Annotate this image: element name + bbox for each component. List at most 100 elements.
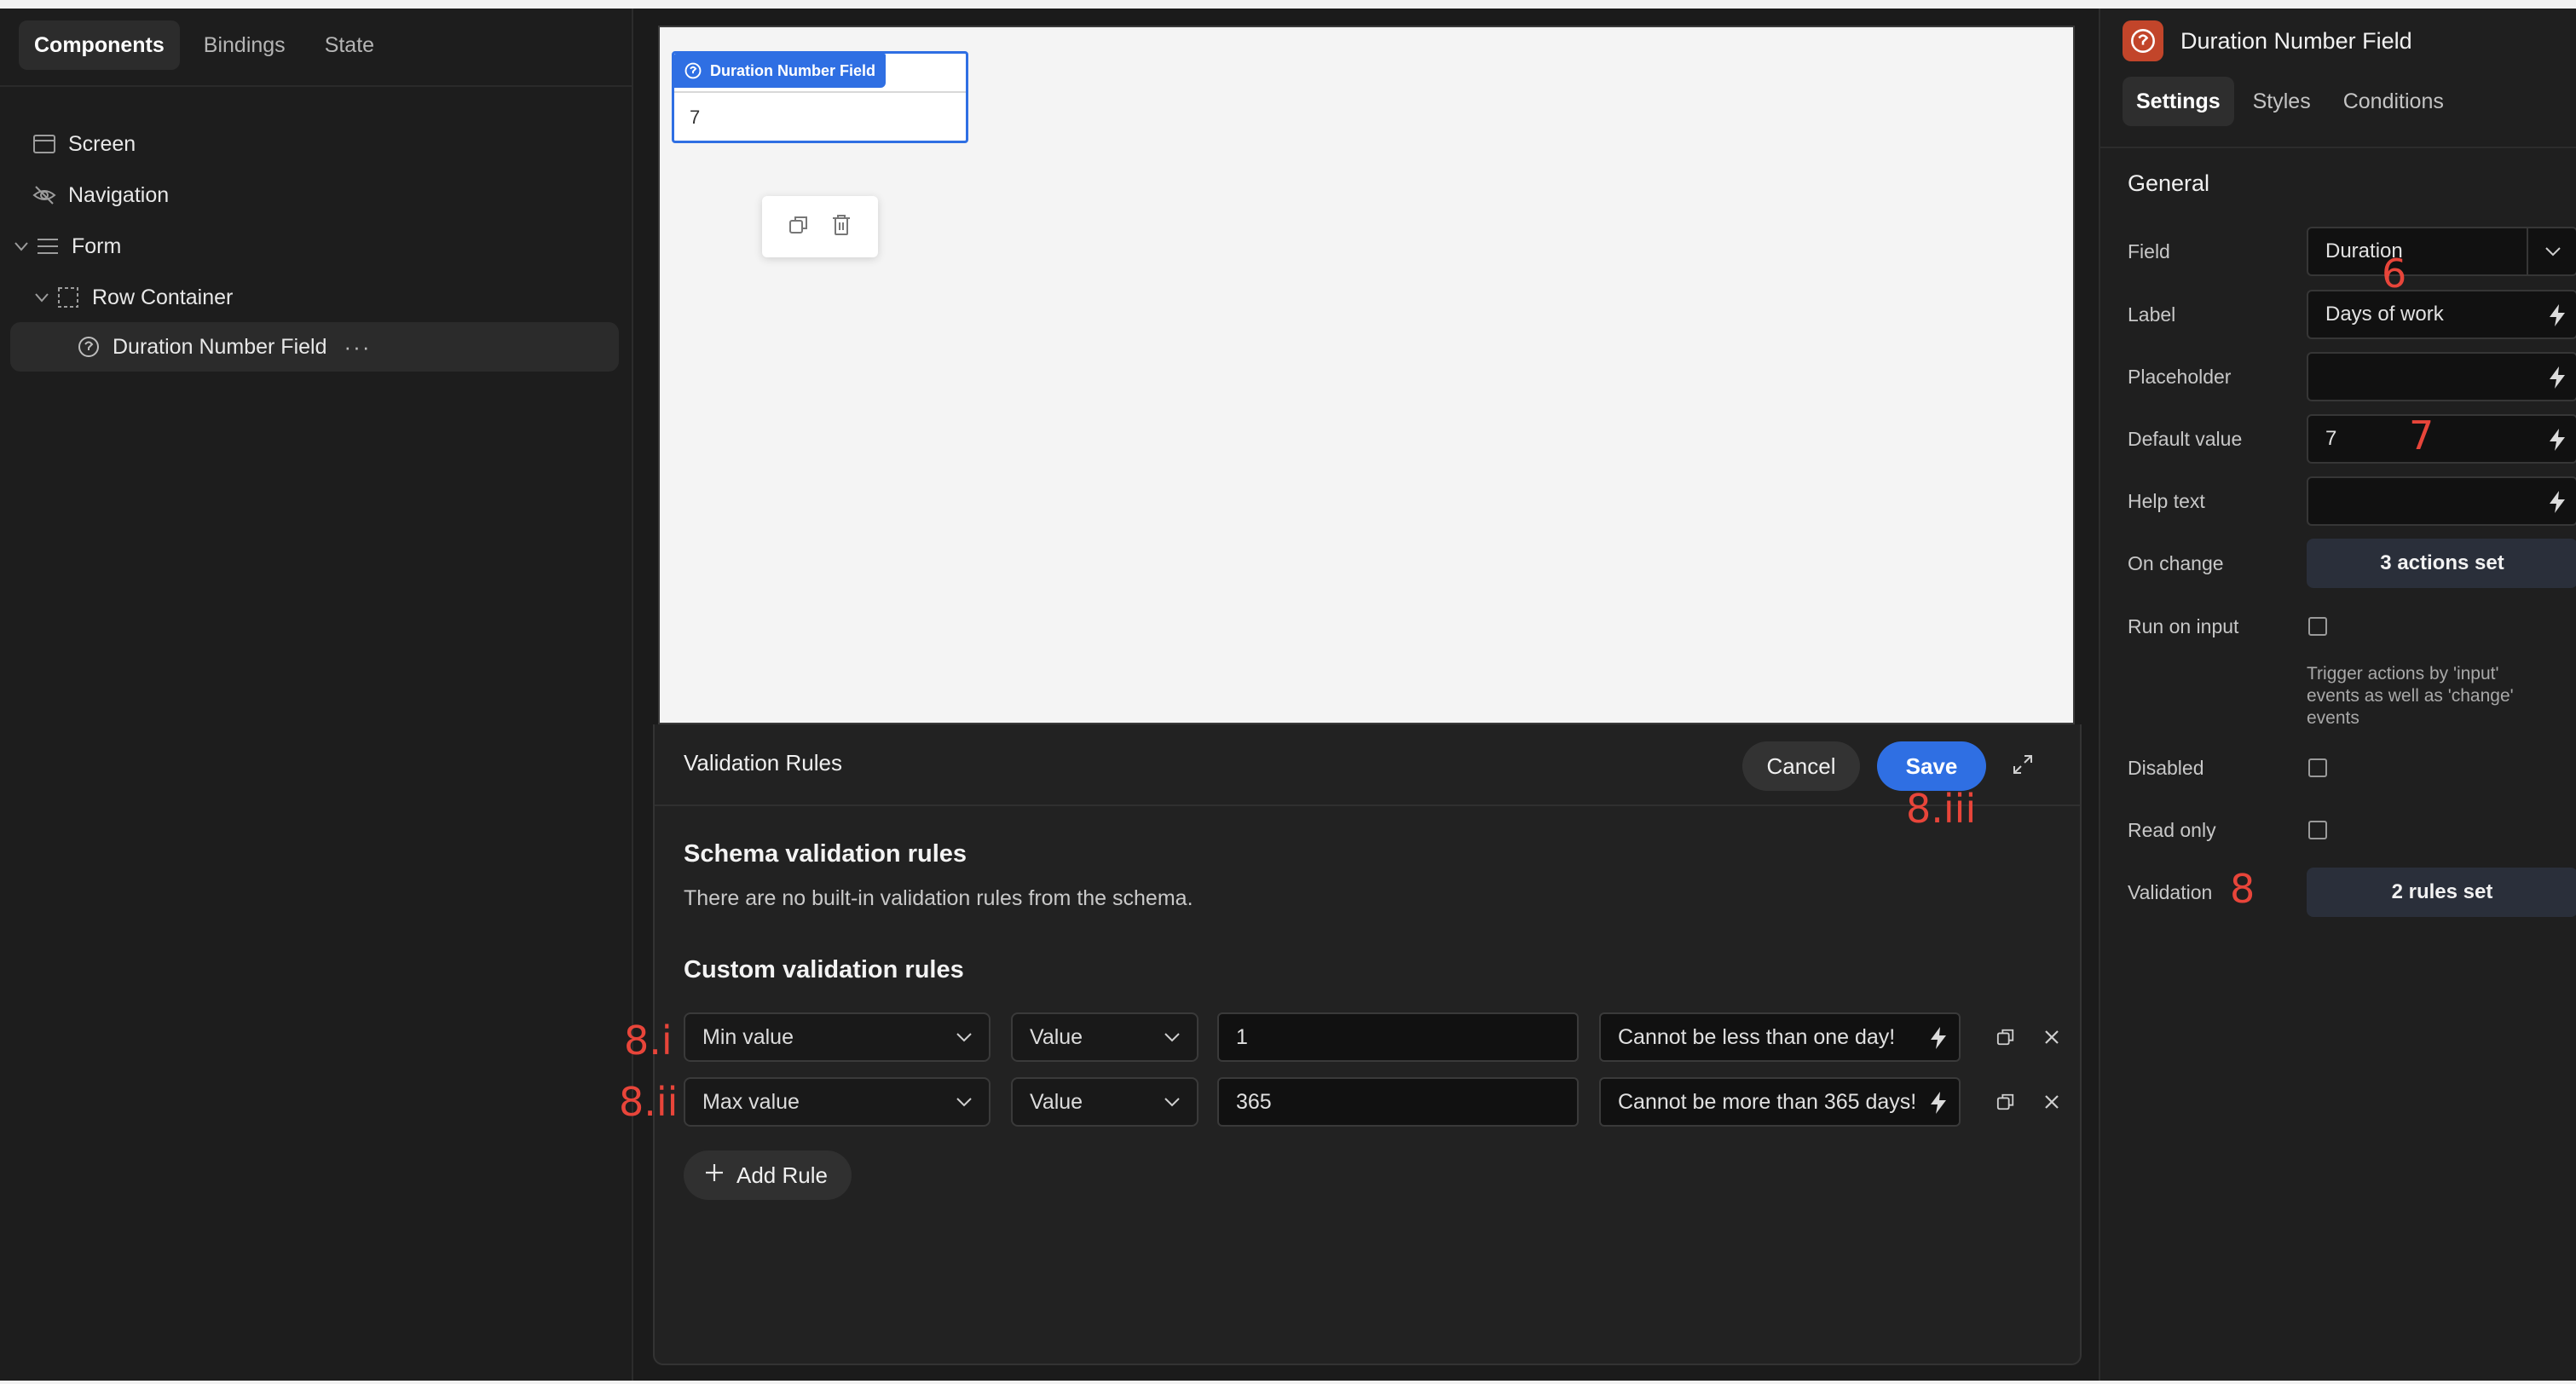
tab-settings[interactable]: Settings	[2123, 77, 2234, 126]
run-on-input-row: Run on input	[2128, 602, 2562, 651]
rule-row: Max value Value 365 Cannot be more than …	[684, 1077, 2059, 1127]
chevron-down-icon[interactable]	[12, 237, 31, 256]
read-only-checkbox[interactable]	[2308, 821, 2327, 839]
duplicate-icon[interactable]	[788, 215, 809, 239]
help-text-row: Help text	[2128, 476, 2576, 526]
window-top-edge	[0, 0, 2576, 9]
rule-source-select[interactable]: Value	[1011, 1077, 1198, 1127]
tree-item-duration-field[interactable]: Duration Number Field ···	[10, 322, 619, 372]
rule-type-select[interactable]: Max value	[684, 1077, 991, 1127]
panel-title: Validation Rules	[684, 750, 842, 776]
chevron-down-icon[interactable]	[32, 288, 51, 307]
container-icon	[56, 285, 80, 309]
default-value-input[interactable]: 7	[2307, 414, 2576, 464]
window-bottom-edge	[0, 1381, 2576, 1384]
rule-message-input[interactable]: Cannot be more than 365 days!	[1599, 1077, 1961, 1127]
tree-item-label: Duration Number Field	[113, 334, 327, 359]
cancel-button[interactable]: Cancel	[1742, 741, 1860, 791]
disabled-label: Disabled	[2128, 757, 2204, 779]
preview-canvas[interactable]: Duration Number Field 7	[658, 26, 2075, 724]
chevron-down-icon	[1163, 1028, 1181, 1052]
duplicate-icon[interactable]	[1993, 1089, 2019, 1115]
custom-rules-heading: Custom validation rules	[684, 956, 964, 983]
rule-source-select[interactable]: Value	[1011, 1012, 1198, 1062]
chevron-down-icon	[955, 1028, 973, 1052]
validation-button[interactable]: 2 rules set	[2307, 868, 2576, 917]
annotation-8: 8	[2230, 866, 2255, 912]
component-value: 7	[690, 107, 701, 128]
bolt-icon[interactable]	[2547, 490, 2567, 520]
placeholder-input[interactable]	[2307, 352, 2576, 401]
more-options-icon[interactable]: ···	[344, 334, 372, 360]
placeholder-label: Placeholder	[2128, 366, 2232, 388]
default-value-label: Default value	[2128, 428, 2243, 450]
form-icon	[36, 234, 60, 258]
bolt-icon[interactable]	[2547, 428, 2567, 458]
number-field-icon	[77, 335, 101, 359]
tree-item-label: Screen	[68, 131, 136, 156]
eye-off-icon	[32, 183, 56, 207]
add-rule-button[interactable]: Add Rule	[684, 1150, 852, 1200]
disabled-checkbox[interactable]	[2308, 758, 2327, 777]
divider	[2100, 147, 2576, 148]
rule-value-input[interactable]: 1	[1217, 1012, 1579, 1062]
close-icon[interactable]	[2039, 1024, 2065, 1050]
tab-styles[interactable]: Styles	[2239, 77, 2325, 126]
tree-item-form[interactable]: Form	[12, 222, 121, 271]
run-on-input-label: Run on input	[2128, 615, 2239, 637]
rule-message-input[interactable]: Cannot be less than one day!	[1599, 1012, 1961, 1062]
validation-row: Validation 2 rules set	[2128, 868, 2576, 917]
bolt-icon[interactable]	[1928, 1026, 1949, 1056]
field-label: Field	[2128, 240, 2170, 262]
left-panel: Components Bindings State Screen Navigat…	[0, 9, 633, 1381]
on-change-button[interactable]: 3 actions set	[2307, 539, 2576, 588]
annotation-8-iii: 8.iii	[1906, 786, 1977, 832]
rule-value-input[interactable]: 365	[1217, 1077, 1579, 1127]
selected-component[interactable]: Duration Number Field 7	[672, 51, 968, 143]
bolt-icon[interactable]	[2547, 366, 2567, 395]
chevron-down-icon	[955, 1093, 973, 1117]
tree-item-row-container[interactable]: Row Container	[32, 273, 233, 322]
tree-item-label: Navigation	[68, 182, 170, 207]
tab-state[interactable]: State	[309, 20, 390, 70]
number-field-icon	[684, 62, 702, 79]
on-change-row: On change 3 actions set	[2128, 539, 2576, 588]
number-field-icon	[2131, 29, 2155, 53]
rule-type-select[interactable]: Min value	[684, 1012, 991, 1062]
tab-bindings[interactable]: Bindings	[188, 20, 301, 70]
on-change-label: On change	[2128, 552, 2224, 574]
rule-message-value: Cannot be more than 365 days!	[1618, 1089, 1917, 1114]
rule-message-value: Cannot be less than one day!	[1618, 1024, 1896, 1049]
placeholder-row: Placeholder	[2128, 352, 2576, 401]
save-button[interactable]: Save	[1877, 741, 1986, 791]
rule-type-value: Max value	[702, 1089, 800, 1114]
run-on-input-checkbox[interactable]	[2308, 617, 2327, 636]
component-tag-label: Duration Number Field	[710, 61, 876, 79]
trash-icon[interactable]	[831, 214, 852, 240]
run-on-input-hint: Trigger actions by 'input' events as wel…	[2307, 664, 2514, 728]
close-icon[interactable]	[2039, 1089, 2065, 1115]
properties-title: Duration Number Field	[2180, 27, 2412, 54]
tab-conditions[interactable]: Conditions	[2330, 77, 2458, 126]
plus-icon	[704, 1162, 725, 1189]
rule-source-value: Value	[1030, 1089, 1083, 1114]
divider	[674, 91, 966, 93]
bolt-icon[interactable]	[1928, 1091, 1949, 1121]
chevron-down-icon[interactable]	[2544, 242, 2562, 267]
rule-source-value: Value	[1030, 1024, 1083, 1049]
label-row: Label Days of work	[2128, 290, 2576, 339]
field-select[interactable]: Duration	[2307, 227, 2576, 276]
component-badge	[2123, 20, 2163, 61]
duplicate-icon[interactable]	[1993, 1024, 2019, 1050]
help-text-label: Help text	[2128, 490, 2205, 512]
annotation-8-i: 8.i	[624, 1018, 673, 1064]
left-tabs: Components Bindings State	[19, 20, 390, 70]
help-text-input[interactable]	[2307, 476, 2576, 526]
tree-item-screen[interactable]: Screen	[32, 119, 136, 169]
tab-components[interactable]: Components	[19, 20, 180, 70]
field-row: Field Duration	[2128, 227, 2576, 276]
bolt-icon[interactable]	[2547, 303, 2567, 333]
label-input[interactable]: Days of work	[2307, 290, 2576, 339]
tree-item-navigation[interactable]: Navigation	[32, 170, 169, 220]
expand-icon[interactable]	[2012, 753, 2037, 779]
